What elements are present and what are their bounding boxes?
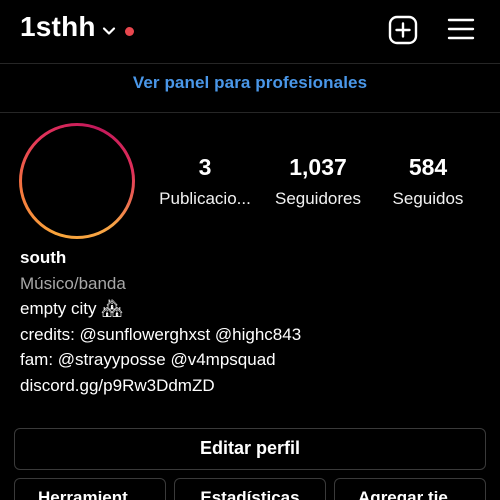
stat-followers[interactable]: 1,037 Seguidores — [266, 152, 370, 214]
notification-dot — [125, 27, 134, 36]
plus-square-icon[interactable] — [388, 15, 418, 45]
chevron-down-icon[interactable] — [101, 23, 117, 39]
posts-count: 3 — [198, 154, 212, 180]
insights-button[interactable]: Estadísticas — [174, 478, 326, 500]
bio-line: fam: @strayyposse @v4mpsquad — [20, 350, 276, 369]
account-username[interactable]: 1sthh — [20, 11, 96, 43]
top-bar: 1sthh — [0, 0, 500, 62]
profile-bio: south Músico/banda empty city 🏘 credits:… — [20, 245, 301, 398]
followers-label: Seguidores — [274, 189, 361, 208]
avatar-image — [22, 126, 132, 236]
add-shop-button[interactable]: Agregar tie... — [334, 478, 486, 500]
edit-profile-button[interactable]: Editar perfil — [14, 428, 486, 470]
dashboard-divider — [0, 112, 500, 113]
stat-posts[interactable]: 3 Publicacio... — [153, 152, 257, 214]
tools-button[interactable]: Herramient... — [14, 478, 166, 500]
bio-line: credits: @sunflowerghxst @highc843 — [20, 324, 302, 344]
header-divider — [0, 63, 500, 64]
category-label: Músico/banda — [20, 273, 126, 293]
stat-following[interactable]: 584 Seguidos — [382, 152, 474, 214]
profile-avatar[interactable] — [19, 123, 135, 239]
posts-label: Publicacio... — [159, 189, 251, 208]
following-count: 584 — [408, 154, 448, 180]
bio-line: empty city 🏘 — [20, 299, 123, 318]
display-name: south — [20, 248, 67, 267]
followers-count: 1,037 — [289, 154, 347, 180]
following-label: Seguidos — [392, 189, 464, 208]
hamburger-menu-icon[interactable] — [447, 17, 475, 41]
bio-link[interactable]: discord.gg/p9Rw3DdmZD — [20, 373, 301, 399]
professional-dashboard-link[interactable]: Ver panel para profesionales — [0, 73, 500, 93]
